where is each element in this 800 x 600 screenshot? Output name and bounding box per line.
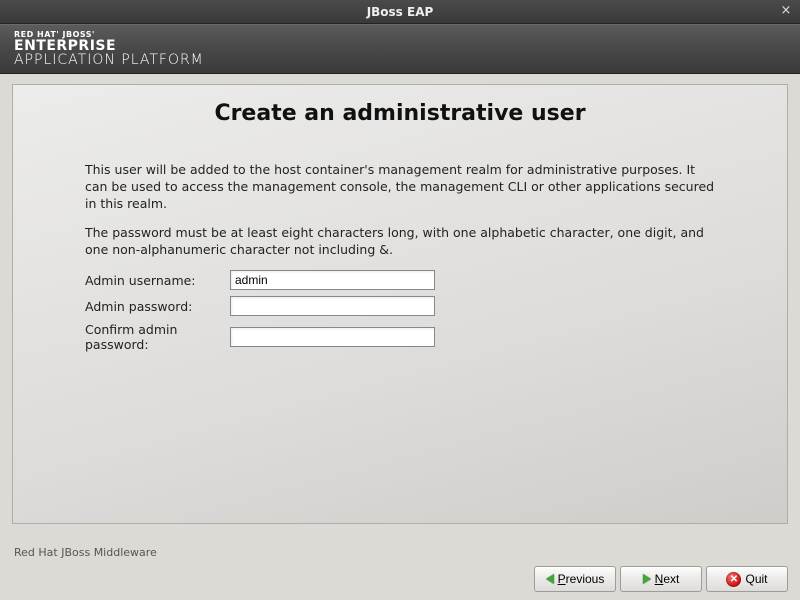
password-label: Admin password: xyxy=(85,299,230,314)
quit-icon: ✕ xyxy=(726,572,741,587)
confirm-password-row: Confirm admin password: xyxy=(85,322,715,352)
quit-button-label: Quit xyxy=(745,572,767,586)
footer-text: Red Hat JBoss Middleware xyxy=(14,546,157,559)
next-button[interactable]: Next xyxy=(620,566,702,592)
password-rules-paragraph: The password must be at least eight char… xyxy=(85,225,715,259)
quit-button[interactable]: ✕ Quit xyxy=(706,566,788,592)
close-icon[interactable]: × xyxy=(778,3,794,19)
arrow-left-icon xyxy=(546,574,554,584)
previous-button[interactable]: Previous xyxy=(534,566,616,592)
username-label: Admin username: xyxy=(85,273,230,288)
content-area: Create an administrative user This user … xyxy=(0,74,800,560)
titlebar: JBoss EAP × xyxy=(0,0,800,24)
brand-mid-line: ENTERPRISE xyxy=(14,39,786,53)
user-form: Admin username: Admin password: Confirm … xyxy=(25,270,775,352)
window-title: JBoss EAP xyxy=(367,5,434,19)
confirm-password-label: Confirm admin password: xyxy=(85,322,230,352)
next-button-label: Next xyxy=(655,572,680,586)
password-input[interactable] xyxy=(230,296,435,316)
instructions-block: This user will be added to the host cont… xyxy=(25,162,775,258)
username-row: Admin username: xyxy=(85,270,715,290)
confirm-password-input[interactable] xyxy=(230,327,435,347)
password-row: Admin password: xyxy=(85,296,715,316)
installer-panel: Create an administrative user This user … xyxy=(12,84,788,524)
brand-bottom-line: APPLICATION PLATFORM xyxy=(14,53,786,68)
brand-top-line: RED HAT' JBOSS' xyxy=(14,30,786,39)
page-title: Create an administrative user xyxy=(25,101,775,126)
wizard-buttons: Previous Next ✕ Quit xyxy=(534,566,788,592)
intro-paragraph: This user will be added to the host cont… xyxy=(85,162,715,213)
arrow-right-icon xyxy=(643,574,651,584)
branding-banner: RED HAT' JBOSS' ENTERPRISE APPLICATION P… xyxy=(0,24,800,74)
previous-button-label: Previous xyxy=(558,572,605,586)
username-input[interactable] xyxy=(230,270,435,290)
